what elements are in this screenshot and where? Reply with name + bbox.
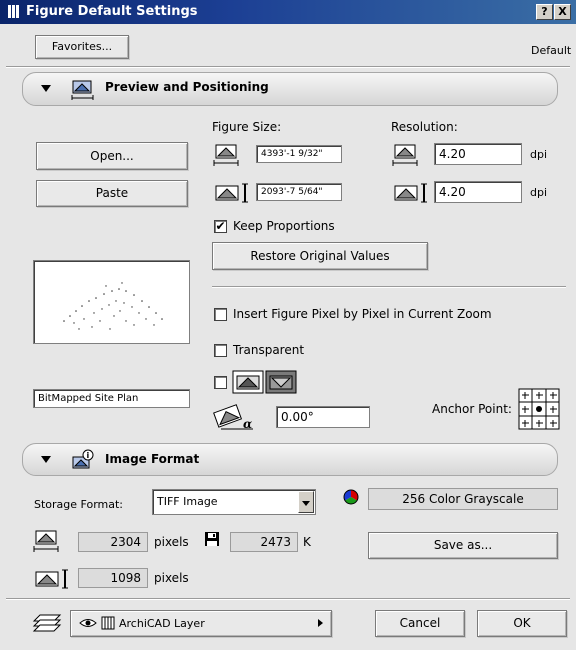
svg-text:α: α (243, 417, 252, 431)
image-format-info-icon: i (72, 449, 94, 469)
ok-button[interactable]: OK (477, 610, 567, 637)
horizontal-resolution-icon (392, 144, 418, 166)
figure-width-field[interactable]: 4393'-1 9/32" (256, 145, 342, 163)
width-icon (213, 144, 239, 166)
height-icon (215, 183, 248, 203)
layer-lock-icon (101, 616, 115, 630)
divider (6, 598, 570, 600)
layer-name: ArchiCAD Layer (119, 617, 205, 630)
figure-name-field[interactable]: BitMapped Site Plan (33, 389, 190, 408)
pixels-label: pixels (154, 571, 189, 585)
storage-format-label: Storage Format: (34, 498, 124, 511)
collapse-triangle-icon[interactable] (41, 456, 51, 463)
section-image-format-title: Image Format (105, 452, 200, 466)
site-plan-thumbnail (63, 282, 163, 330)
file-size-field: 2473 (230, 532, 298, 552)
pixel-width-field: 2304 (78, 532, 148, 552)
resolution-label: Resolution: (391, 120, 458, 134)
insert-pixel-by-pixel-checkbox[interactable] (214, 308, 227, 321)
svg-text:i: i (87, 451, 90, 460)
keep-proportions-label: Keep Proportions (233, 219, 335, 233)
window-title: Figure Default Settings (26, 4, 198, 19)
layer-selector-button[interactable]: ArchiCAD Layer (70, 610, 332, 637)
pixels-label: pixels (154, 535, 189, 549)
paste-button[interactable]: Paste (36, 180, 188, 207)
storage-format-value: TIFF Image (157, 495, 218, 508)
title-bar: Figure Default Settings ? X (0, 0, 576, 24)
restore-original-values-button[interactable]: Restore Original Values (212, 242, 428, 270)
vertical-resolution-icon (394, 183, 427, 203)
help-button[interactable]: ? (536, 4, 553, 20)
close-button[interactable]: X (554, 4, 571, 20)
divider (6, 66, 570, 68)
anchor-point-label: Anchor Point: (432, 402, 512, 416)
pixel-width-icon (33, 530, 59, 552)
pixel-height-field: 1098 (78, 568, 148, 588)
save-as-button[interactable]: Save as... (368, 532, 558, 559)
vertical-resolution-field[interactable]: 4.20 (434, 181, 522, 203)
transparent-label: Transparent (233, 343, 305, 357)
figure-height-field[interactable]: 2093'-7 5/64" (256, 183, 342, 201)
figure-size-label: Figure Size: (212, 120, 282, 134)
rotation-angle-icon: α (213, 404, 253, 431)
layers-icon (32, 614, 62, 632)
pixel-height-icon (35, 569, 68, 589)
divider (212, 286, 566, 288)
app-icon (8, 5, 20, 18)
kilobytes-label: K (303, 535, 311, 549)
color-depth-field: 256 Color Grayscale (368, 488, 558, 510)
mirror-figure-icon[interactable] (232, 370, 298, 394)
figure-size-icon (71, 80, 94, 100)
cancel-button[interactable]: Cancel (375, 610, 465, 637)
layer-menu-arrow-icon (318, 619, 323, 627)
collapse-triangle-icon[interactable] (41, 85, 51, 92)
open-button[interactable]: Open... (36, 142, 188, 170)
dropdown-arrow-icon[interactable] (298, 491, 314, 513)
anchor-point-grid-icon[interactable] (518, 388, 560, 430)
storage-format-dropdown[interactable]: TIFF Image (152, 489, 316, 515)
section-image-format-header[interactable]: i Image Format (22, 443, 558, 476)
eye-icon (79, 619, 97, 627)
dpi-label: dpi (530, 186, 548, 199)
keep-proportions-checkbox[interactable]: ✔ (214, 220, 227, 233)
section-preview-header[interactable]: Preview and Positioning (22, 72, 558, 106)
mirror-checkbox[interactable] (214, 376, 227, 389)
horizontal-resolution-field[interactable]: 4.20 (434, 143, 522, 165)
figure-preview (33, 260, 190, 344)
default-label: Default (531, 44, 572, 57)
color-depth-icon (343, 489, 359, 505)
section-preview-title: Preview and Positioning (105, 80, 269, 94)
disk-icon (205, 532, 219, 546)
rotation-angle-field[interactable]: 0.00° (276, 406, 370, 428)
dpi-label: dpi (530, 148, 548, 161)
transparent-checkbox[interactable] (214, 344, 227, 357)
insert-pixel-by-pixel-label: Insert Figure Pixel by Pixel in Current … (233, 307, 492, 321)
favorites-button[interactable]: Favorites... (35, 35, 129, 59)
